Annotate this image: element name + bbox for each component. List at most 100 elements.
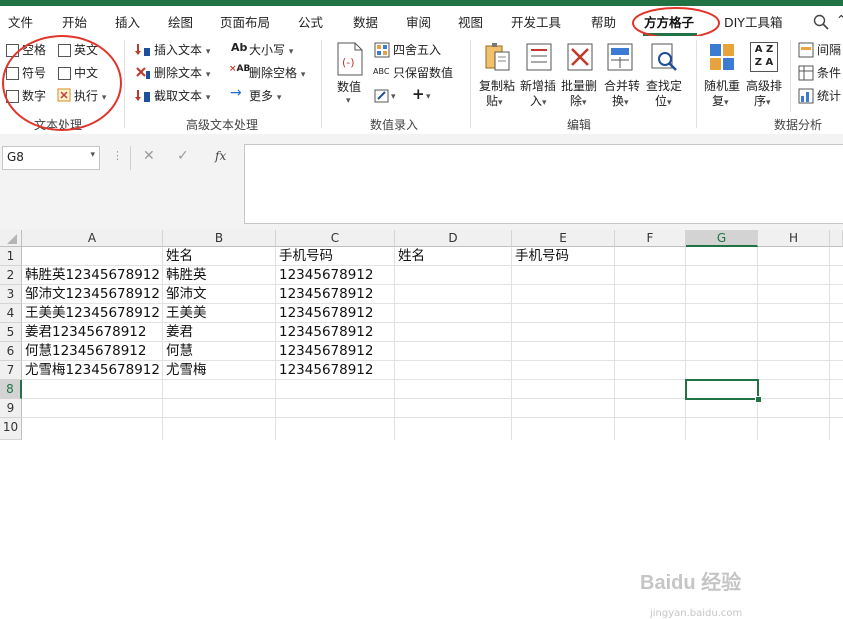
truncate-text-button[interactable]: 截取文本 ▾ <box>154 87 210 104</box>
tab-data[interactable]: 数据 <box>353 12 378 31</box>
formula-bar-area: G8 ▾ ⋮ ✕ ✓ fx <box>0 134 843 230</box>
row-header-5[interactable]: 5 <box>0 323 22 342</box>
row-header-1[interactable]: 1 <box>0 247 22 266</box>
ribbon-tab-bar: 文件 开始 插入 绘图 页面布局 公式 数据 审阅 视图 开发工具 帮助 方方格… <box>0 6 843 39</box>
tab-insert[interactable]: 插入 <box>115 12 140 31</box>
tab-view[interactable]: 视图 <box>458 12 483 31</box>
interval-button[interactable]: 间隔 <box>817 41 841 58</box>
selected-cell-g8[interactable] <box>685 379 759 400</box>
cell-d1[interactable]: 姓名 <box>398 247 425 265</box>
copy-paste-button-line2[interactable]: 贴▾ <box>486 92 503 109</box>
numeric-value-icon: (-) <box>337 42 363 76</box>
column-header-e[interactable]: E <box>512 230 615 247</box>
confirm-icon[interactable]: ✓ <box>177 148 189 164</box>
new-insert-icon <box>526 43 552 71</box>
column-header-c[interactable]: C <box>276 230 395 247</box>
row-header-2[interactable]: 2 <box>0 266 22 285</box>
cell-a4[interactable]: 王美美12345678912 <box>25 304 160 322</box>
column-header-h[interactable]: H <box>758 230 830 247</box>
cell-b4[interactable]: 王美美 <box>166 304 207 322</box>
cell-c7[interactable]: 12345678912 <box>279 361 373 379</box>
stats-button[interactable]: 统计 <box>817 87 841 104</box>
find-locate-button-line2[interactable]: 位▾ <box>655 92 672 109</box>
advanced-sort-button-line2[interactable]: 序▾ <box>754 92 771 109</box>
search-icon[interactable] <box>813 14 829 30</box>
fill-handle[interactable] <box>755 396 762 403</box>
formula-input[interactable] <box>244 144 843 224</box>
plus-icon[interactable]: + <box>412 85 425 103</box>
cell-b3[interactable]: 邹沛文 <box>166 285 207 303</box>
edit-grid-dropdown[interactable]: ▾ <box>391 88 396 102</box>
cell-e1[interactable]: 手机号码 <box>515 247 569 265</box>
column-header-d[interactable]: D <box>395 230 512 247</box>
tab-page-layout[interactable]: 页面布局 <box>220 12 270 31</box>
cell-b5[interactable]: 姜君 <box>166 323 193 341</box>
annotation-circle-tab <box>632 7 720 39</box>
formula-separator <box>130 146 131 170</box>
case-button[interactable]: 大小写 ▾ <box>249 41 293 58</box>
tab-diy-toolbox[interactable]: DIY工具箱 <box>724 12 782 31</box>
delete-spaces-button[interactable]: 删除空格 ▾ <box>249 64 305 81</box>
row-header-9[interactable]: 9 <box>0 399 22 418</box>
row-header-8[interactable]: 8 <box>0 380 22 399</box>
tab-help[interactable]: 帮助 <box>591 12 616 31</box>
column-header-b[interactable]: B <box>163 230 276 247</box>
random-repeat-button-line2[interactable]: 复▾ <box>712 92 729 109</box>
tab-review[interactable]: 审阅 <box>406 12 431 31</box>
row-header-6[interactable]: 6 <box>0 342 22 361</box>
group-title-edit: 编辑 <box>567 118 592 132</box>
cell-b6[interactable]: 何慧 <box>166 342 193 360</box>
select-all-corner[interactable] <box>0 230 22 247</box>
cell-c3[interactable]: 12345678912 <box>279 285 373 303</box>
column-header-a[interactable]: A <box>22 230 163 247</box>
group-separator <box>696 40 697 128</box>
cell-c5[interactable]: 12345678912 <box>279 323 373 341</box>
cell-c2[interactable]: 12345678912 <box>279 266 373 284</box>
cell-a6[interactable]: 何慧12345678912 <box>25 342 146 360</box>
row-header-4[interactable]: 4 <box>0 304 22 323</box>
cancel-icon[interactable]: ✕ <box>143 148 155 164</box>
column-header-g[interactable]: G <box>686 230 758 247</box>
tab-developer[interactable]: 开发工具 <box>511 12 561 31</box>
row-header-10[interactable]: 10 <box>0 418 22 440</box>
batch-delete-button-line2[interactable]: 除▾ <box>570 92 587 109</box>
merge-convert-button-line2[interactable]: 换▾ <box>612 92 629 109</box>
numeric-value-dropdown[interactable]: ▾ <box>346 92 351 106</box>
cell-c1[interactable]: 手机号码 <box>279 247 333 265</box>
round-button[interactable]: 四舍五入 <box>393 41 441 58</box>
group-title-advanced-text: 高级文本处理 <box>186 118 259 132</box>
cell-a2[interactable]: 韩胜英12345678912 <box>25 266 160 284</box>
cell-b2[interactable]: 韩胜英 <box>166 266 207 284</box>
cell-c6[interactable]: 12345678912 <box>279 342 373 360</box>
name-box[interactable]: G8 ▾ <box>2 146 100 170</box>
tab-home[interactable]: 开始 <box>62 12 87 31</box>
gridline <box>757 247 758 440</box>
row-header-7[interactable]: 7 <box>0 361 22 380</box>
plus-dropdown[interactable]: ▾ <box>426 88 431 102</box>
group-separator <box>124 40 125 128</box>
tab-file[interactable]: 文件 <box>8 12 33 31</box>
insert-text-button[interactable]: 插入文本 ▾ <box>154 41 210 58</box>
random-repeat-icon <box>710 44 734 70</box>
new-insert-button-line2[interactable]: 入▾ <box>530 92 547 109</box>
row-header-3[interactable]: 3 <box>0 285 22 304</box>
delete-text-button[interactable]: 删除文本 ▾ <box>154 64 210 81</box>
cell-a7[interactable]: 尤雪梅12345678912 <box>25 361 160 379</box>
spreadsheet-grid[interactable]: A B C D E F G H 1 2 3 4 5 6 7 8 9 10 姓名 … <box>0 230 843 619</box>
tab-draw[interactable]: 绘图 <box>168 12 193 31</box>
cell-a5[interactable]: 姜君12345678912 <box>25 323 146 341</box>
name-box-dropdown-icon[interactable]: ▾ <box>90 150 95 160</box>
cell-b7[interactable]: 尤雪梅 <box>166 361 207 379</box>
insert-function-icon[interactable]: fx <box>215 149 226 163</box>
cell-c4[interactable]: 12345678912 <box>279 304 373 322</box>
tab-formulas[interactable]: 公式 <box>298 12 323 31</box>
cell-a3[interactable]: 邹沛文12345678912 <box>25 285 160 303</box>
keep-numeric-button[interactable]: 只保留数值 <box>393 64 453 81</box>
column-header-next[interactable] <box>830 230 843 247</box>
more-button[interactable]: 更多 ▾ <box>249 87 281 104</box>
cell-b1[interactable]: 姓名 <box>166 247 193 265</box>
column-header-f[interactable]: F <box>615 230 686 247</box>
edit-grid-icon[interactable] <box>374 88 390 104</box>
condition-button[interactable]: 条件 <box>817 64 841 81</box>
tab-overflow[interactable]: ⌃ <box>836 12 843 27</box>
